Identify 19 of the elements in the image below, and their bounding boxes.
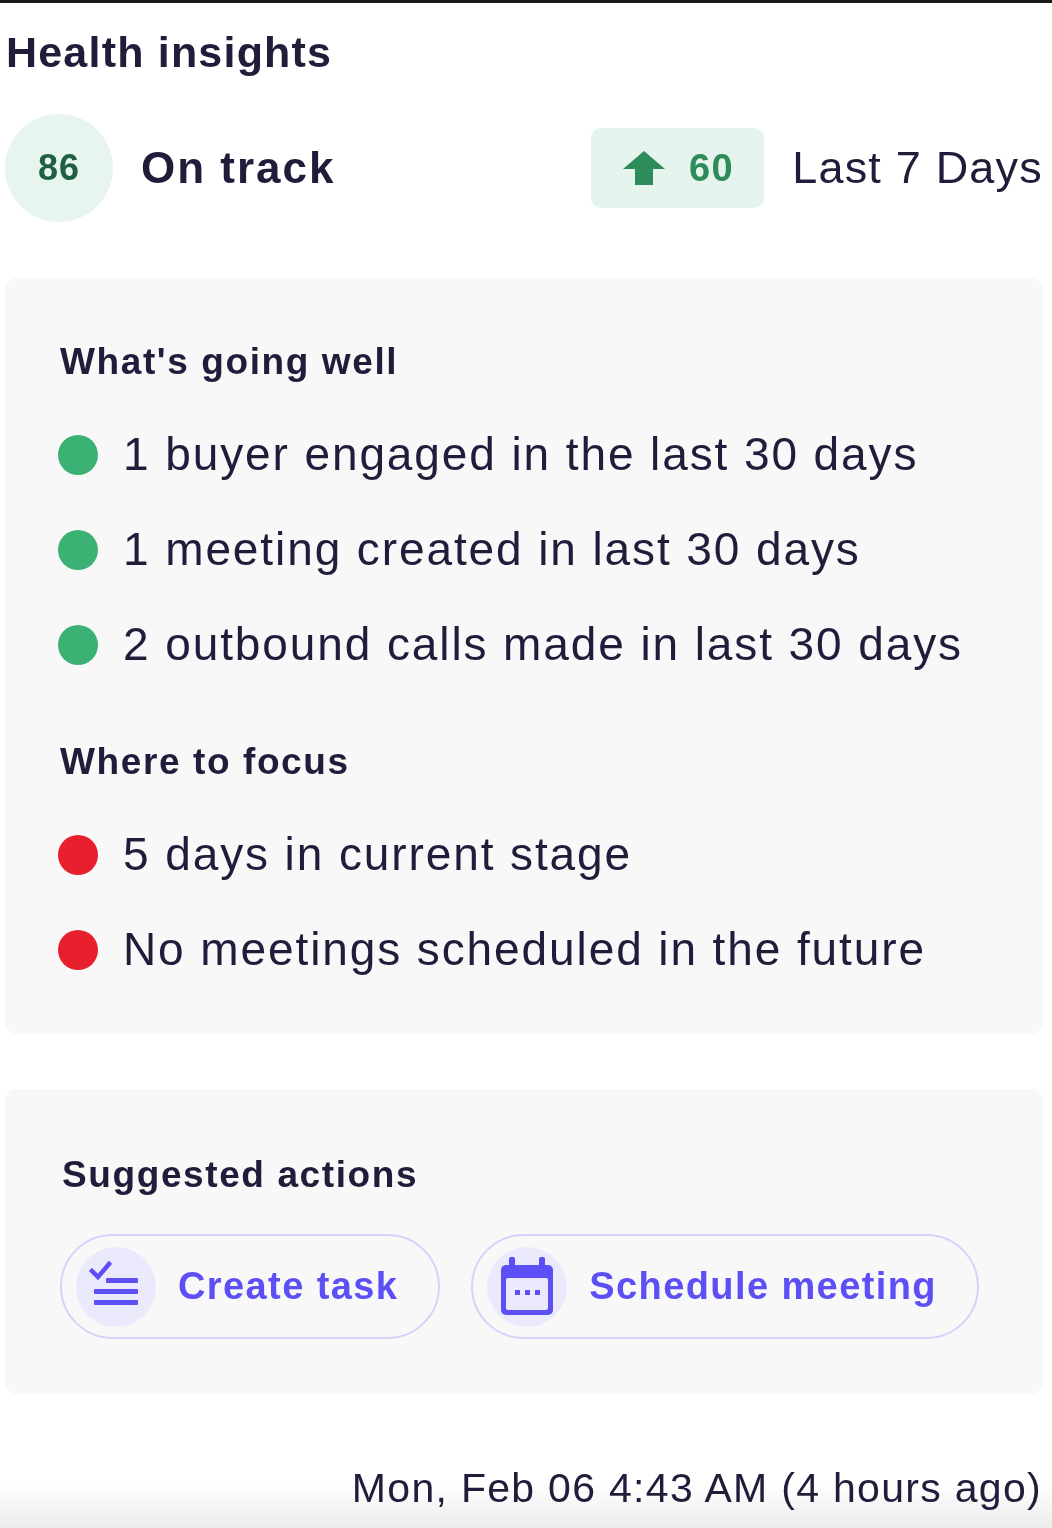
health-score: 86 — [5, 114, 113, 222]
insight-text: 2 outbound calls made in last 30 days — [123, 617, 963, 672]
insight-text: No meetings scheduled in the future — [123, 922, 926, 977]
panel-title: Health insights — [6, 27, 334, 78]
health-status: On track — [141, 142, 336, 194]
schedule-meeting-button[interactable]: Schedule meeting — [471, 1234, 979, 1339]
create-task-button[interactable]: Create task — [60, 1234, 441, 1339]
checklist-icon — [76, 1246, 156, 1327]
insight-text: 5 days in current stage — [123, 827, 633, 882]
section-heading: Where to focus — [60, 740, 351, 784]
trend-value: 60 — [688, 145, 735, 191]
updated-timestamp: Mon, Feb 06 4:43 AM (4 hours ago) — [351, 1464, 1042, 1512]
trend-period: Last 7 Days — [792, 141, 1043, 196]
insight-text: 1 buyer engaged in the last 30 days — [123, 427, 919, 482]
section-heading: Suggested actions — [62, 1153, 420, 1197]
section-heading: What's going well — [60, 340, 400, 384]
calendar-icon — [487, 1246, 568, 1327]
arrow-up-icon — [622, 151, 665, 185]
insight-text: 1 meeting created in last 30 days — [123, 522, 861, 577]
